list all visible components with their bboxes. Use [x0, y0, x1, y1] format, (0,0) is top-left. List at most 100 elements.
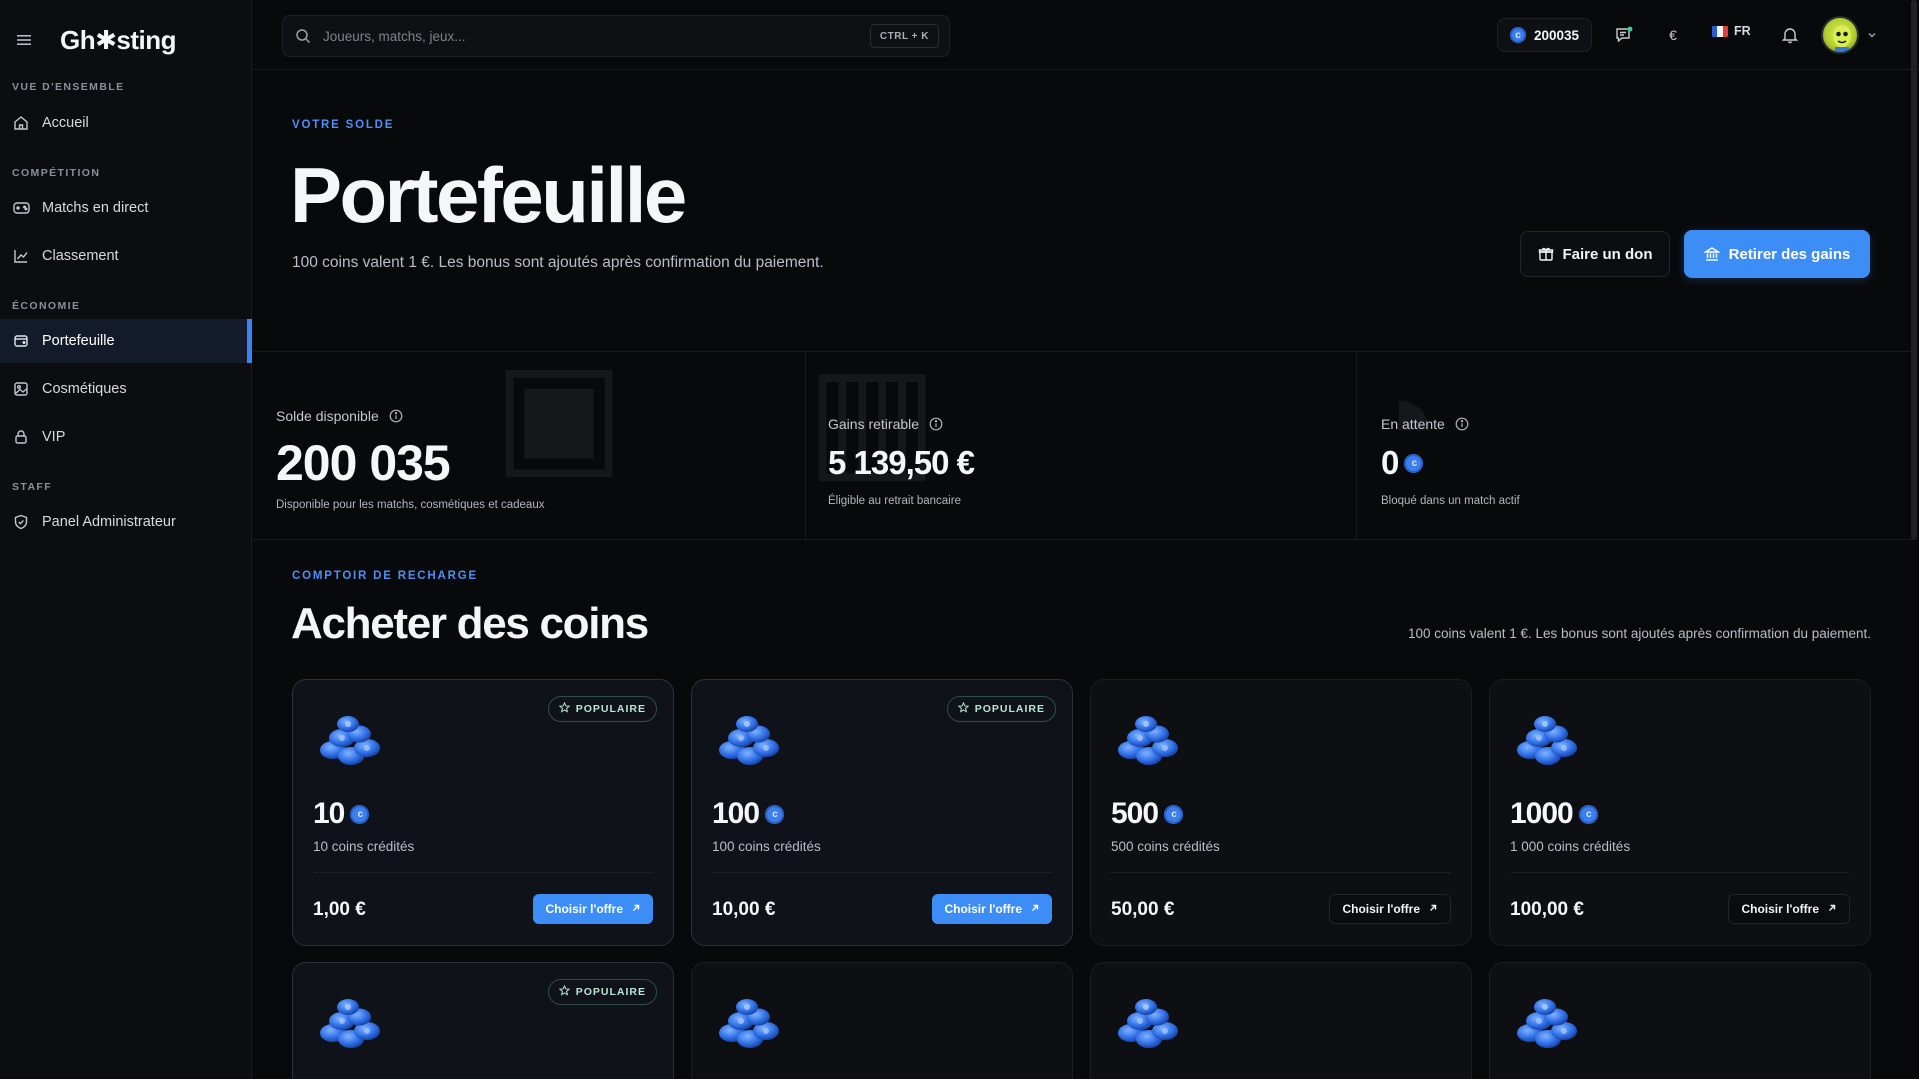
offer-card[interactable]: POPULAIRE 10 c 10 coins crédités 1,00 € Chois…	[292, 679, 674, 946]
gift-icon	[1538, 247, 1553, 261]
topbar: CTRL + K c 200035 € FR	[252, 0, 1919, 70]
menu-icon[interactable]	[13, 29, 35, 51]
sidebar-item-label: Panel Administrateur	[42, 514, 176, 530]
info-icon[interactable]	[1455, 417, 1469, 431]
withdraw-label: Retirer des gains	[1728, 245, 1851, 263]
choose-offer-button[interactable]: Choisir l'offre	[1728, 894, 1850, 924]
offer-card[interactable]	[1090, 962, 1472, 1079]
arrow-up-right-icon	[1428, 902, 1438, 916]
avatar[interactable]	[1821, 16, 1859, 54]
section-eyebrow: COMPTOIR DE RECHARGE	[292, 570, 478, 582]
offer-price: 10,00 €	[712, 899, 776, 920]
offer-card[interactable]	[1489, 962, 1871, 1079]
currency-toggle[interactable]: €	[1660, 22, 1686, 48]
offer-amount: 1000	[1510, 797, 1574, 830]
offer-card[interactable]: POPULAIRE	[292, 962, 674, 1079]
image-icon	[12, 380, 30, 398]
choose-offer-label: Choisir l'offre	[1741, 902, 1819, 916]
info-icon[interactable]	[929, 417, 943, 431]
wallet-icon	[12, 332, 30, 350]
choose-offer-button[interactable]: Choisir l'offre	[932, 894, 1052, 924]
divider	[712, 872, 1052, 873]
balance-value: 200035	[1534, 27, 1580, 43]
coin-balance-pill[interactable]: c 200035	[1497, 18, 1593, 52]
stat-available: ▣ Solde disponible 200 035 Disponible po…	[253, 352, 806, 541]
stat-value: 5 139,50 €	[828, 444, 975, 481]
offer-amount: 10	[313, 797, 345, 830]
offer-card[interactable]: 500 c 500 coins crédités 50,00 € Choisir l'o…	[1090, 679, 1472, 946]
coin-stack-icon	[1113, 710, 1183, 768]
donate-label: Faire un don	[1562, 245, 1653, 263]
coin-stack-icon	[1512, 993, 1582, 1051]
sidebar-item-panel-admin[interactable]: Panel Administrateur	[0, 500, 252, 544]
coin-stack-icon	[1113, 993, 1183, 1051]
sidebar-item-matchs[interactable]: Matchs en direct	[0, 186, 252, 230]
coin-stack-icon	[315, 993, 385, 1051]
coin-stack-icon	[1512, 710, 1582, 768]
stat-withdrawable: ▥ Gains retirable 5 139,50 € Éligible au…	[806, 352, 1357, 541]
gamepad-icon	[12, 199, 30, 217]
offer-amount: 100	[712, 797, 760, 830]
popular-badge: POPULAIRE	[547, 979, 657, 1005]
sidebar-item-label: Cosmétiques	[42, 381, 127, 397]
sidebar-item-portefeuille[interactable]: Portefeuille	[0, 319, 252, 363]
home-icon	[12, 114, 30, 132]
sidebar-item-vip[interactable]: VIP	[0, 415, 252, 459]
coin-icon: c	[1404, 453, 1424, 473]
stat-value: 0	[1381, 444, 1399, 481]
star-icon	[558, 984, 571, 999]
stat-description: Disponible pour les matchs, cosmétiques …	[276, 499, 545, 511]
offer-credited: 500 coins crédités	[1111, 839, 1220, 854]
search-icon	[295, 27, 313, 45]
sidebar-item-accueil[interactable]: Accueil	[0, 101, 252, 145]
popular-badge: POPULAIRE	[946, 696, 1056, 722]
withdraw-button[interactable]: Retirer des gains	[1684, 230, 1870, 278]
choose-offer-label: Choisir l'offre	[944, 902, 1022, 916]
offer-price: 100,00 €	[1510, 899, 1584, 920]
coin-icon: c	[1164, 804, 1184, 824]
offer-amount-row: 100 c	[712, 797, 785, 831]
offer-card[interactable]: POPULAIRE 100 c 100 coins crédités 10,00 € Ch…	[691, 679, 1073, 946]
sidebar-item-label: Classement	[42, 248, 119, 264]
search-bar[interactable]: CTRL + K	[282, 15, 950, 57]
sidebar-item-cosmetiques[interactable]: Cosmétiques	[0, 367, 252, 411]
page-subtitle: 100 coins valent 1 €. Les bonus sont ajo…	[292, 254, 824, 271]
arrow-up-right-icon	[631, 902, 641, 916]
scrollbar[interactable]	[1911, 0, 1917, 540]
wallet-watermark-icon: ▣	[493, 352, 626, 490]
chevron-down-icon[interactable]	[1866, 29, 1878, 41]
stat-pending: ◔ En attente 0 c Bloqué dans un match ac…	[1357, 352, 1913, 541]
info-icon[interactable]	[389, 409, 403, 423]
flag-fr-icon	[1712, 25, 1728, 37]
search-input[interactable]	[323, 28, 870, 44]
bell-icon[interactable]	[1777, 22, 1803, 48]
currency-symbol: €	[1669, 27, 1677, 43]
chart-icon	[12, 247, 30, 265]
offer-amount: 500	[1111, 797, 1159, 830]
choose-offer-label: Choisir l'offre	[545, 902, 623, 916]
coin-stack-icon	[315, 710, 385, 768]
sidebar-item-classement[interactable]: Classement	[0, 234, 252, 278]
stat-label: Gains retirable	[828, 416, 920, 432]
offer-credited: 10 coins crédités	[313, 839, 415, 854]
donate-button[interactable]: Faire un don	[1520, 231, 1670, 277]
offer-card[interactable]	[691, 962, 1073, 1079]
language-selector[interactable]: FR	[1712, 24, 1751, 38]
messages-icon[interactable]	[1611, 22, 1637, 48]
sidebar-item-label: VIP	[42, 429, 66, 445]
choose-offer-button[interactable]: Choisir l'offre	[1329, 894, 1451, 924]
app-logo[interactable]: Gh✱sting	[60, 25, 177, 56]
stat-value: 200 035	[276, 435, 451, 491]
choose-offer-button[interactable]: Choisir l'offre	[533, 894, 653, 924]
offer-amount-row: 10 c	[313, 797, 370, 831]
offer-card[interactable]: 1000 c 1 000 coins crédités 100,00 € Choisir…	[1489, 679, 1871, 946]
nav-section-title: VUE D'ENSEMBLE	[12, 81, 125, 93]
sidebar: Gh✱sting VUE D'ENSEMBLE Accueil COMPÉTIT…	[0, 0, 252, 1079]
choose-offer-label: Choisir l'offre	[1342, 902, 1420, 916]
page-title: Portefeuille	[290, 151, 687, 239]
section-eyebrow: VOTRE SOLDE	[292, 119, 395, 131]
language-label: FR	[1734, 24, 1751, 38]
sidebar-item-label: Portefeuille	[42, 333, 115, 349]
divider	[1510, 872, 1850, 873]
stat-description: Éligible au retrait bancaire	[828, 495, 961, 507]
